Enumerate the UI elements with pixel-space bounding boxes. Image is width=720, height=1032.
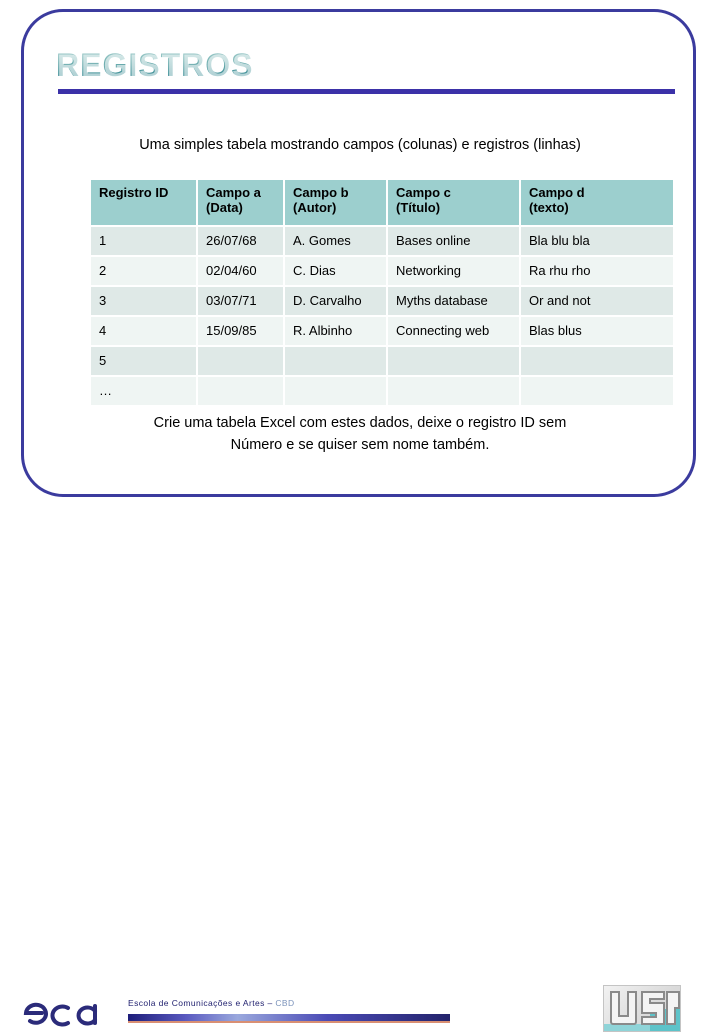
- table-cell[interactable]: [197, 376, 285, 407]
- table-cell[interactable]: Or and not: [520, 286, 673, 317]
- instruction-line-1: Crie uma tabela Excel com estes dados, d…: [153, 415, 567, 431]
- table-cell[interactable]: [284, 346, 388, 377]
- table-cell[interactable]: Myths database: [387, 286, 521, 317]
- table-cell[interactable]: 3: [91, 286, 198, 317]
- column-header-line1: Campo a: [206, 185, 261, 200]
- table-cell[interactable]: D. Carvalho: [284, 286, 388, 317]
- table-cell[interactable]: Blas blus: [520, 316, 673, 347]
- table-caption: Uma simples tabela mostrando campos (col…: [139, 137, 581, 153]
- footer-bar-underline: [128, 1021, 450, 1023]
- table-row[interactable]: …: [91, 376, 673, 407]
- footer-separator: –: [264, 998, 276, 1008]
- table-row[interactable]: 3 03/07/71 D. Carvalho Myths database Or…: [91, 286, 673, 317]
- instruction-line-2: Número e se quiser sem nome também.: [230, 437, 490, 453]
- table-cell[interactable]: 02/04/60: [197, 256, 285, 287]
- column-header-line1: Campo b: [293, 185, 349, 200]
- table-cell[interactable]: Bases online: [387, 226, 521, 257]
- table-cell[interactable]: A. Gomes: [284, 226, 388, 257]
- table-cell[interactable]: [284, 376, 388, 407]
- column-header-line1: Campo c: [396, 185, 451, 200]
- column-header-campo-d[interactable]: Campo d (texto): [520, 180, 673, 227]
- page-title: REGISTROS: [56, 47, 254, 83]
- table-cell[interactable]: 1: [91, 226, 198, 257]
- usp-logo: [603, 985, 681, 1032]
- table-cell[interactable]: [520, 346, 673, 377]
- column-header-campo-a[interactable]: Campo a (Data): [197, 180, 285, 227]
- table-cell[interactable]: Networking: [387, 256, 521, 287]
- table-cell[interactable]: 4: [91, 316, 198, 347]
- table-cell[interactable]: [520, 376, 673, 407]
- column-header-campo-c[interactable]: Campo c (Título): [387, 180, 521, 227]
- table-row[interactable]: 4 15/09/85 R. Albinho Connecting web Bla…: [91, 316, 673, 347]
- column-header-line2: (texto): [529, 200, 569, 215]
- table-cell[interactable]: [197, 346, 285, 377]
- title-underline-rule: [58, 89, 675, 94]
- table-cell[interactable]: Ra rhu rho: [520, 256, 673, 287]
- table-cell[interactable]: 03/07/71: [197, 286, 285, 317]
- column-header-line2: (Título): [396, 200, 441, 215]
- footer-department: CBD: [275, 998, 295, 1008]
- column-header-line2: (Data): [206, 200, 243, 215]
- footer-institution-name: Escola de Comunicações e Artes: [128, 998, 265, 1008]
- footer-institution-text: Escola de Comunicações e Artes – CBD: [128, 997, 450, 1009]
- table-cell[interactable]: Connecting web: [387, 316, 521, 347]
- table-cell[interactable]: 15/09/85: [197, 316, 285, 347]
- table-row[interactable]: 1 26/07/68 A. Gomes Bases online Bla blu…: [91, 226, 673, 257]
- column-header-line1: Registro ID: [99, 185, 169, 200]
- table-cell[interactable]: 26/07/68: [197, 226, 285, 257]
- column-header-line2: (Autor): [293, 200, 337, 215]
- slide-footer: Escola de Comunicações e Artes – CBD: [0, 492, 720, 1032]
- eca-logo-icon: [23, 1002, 97, 1027]
- table-cell[interactable]: 5: [91, 346, 198, 377]
- instruction-text: Crie uma tabela Excel com estes dados, d…: [60, 412, 660, 456]
- table-cell[interactable]: [387, 346, 521, 377]
- usp-logo-icon: [610, 991, 680, 1025]
- footer-text-block: Escola de Comunicações e Artes – CBD: [128, 997, 450, 1023]
- table-header-row: Registro ID Campo a (Data) Campo b (Auto…: [91, 180, 673, 227]
- table-cell[interactable]: [387, 376, 521, 407]
- records-table: Registro ID Campo a (Data) Campo b (Auto…: [91, 180, 673, 407]
- table-cell[interactable]: 2: [91, 256, 198, 287]
- title-block: REGISTROS: [56, 46, 676, 84]
- table-row[interactable]: 5: [91, 346, 673, 377]
- column-header-registro-id[interactable]: Registro ID: [91, 180, 198, 227]
- table-cell[interactable]: C. Dias: [284, 256, 388, 287]
- table-cell[interactable]: R. Albinho: [284, 316, 388, 347]
- table-row[interactable]: 2 02/04/60 C. Dias Networking Ra rhu rho: [91, 256, 673, 287]
- column-header-line1: Campo d: [529, 185, 585, 200]
- table-body: 1 26/07/68 A. Gomes Bases online Bla blu…: [91, 226, 673, 407]
- column-header-campo-b[interactable]: Campo b (Autor): [284, 180, 388, 227]
- table-header: Registro ID Campo a (Data) Campo b (Auto…: [91, 180, 673, 227]
- eca-logo: [21, 997, 113, 1027]
- footer-gradient-bar: [128, 1014, 450, 1021]
- table-cell[interactable]: Bla blu bla: [520, 226, 673, 257]
- table-cell[interactable]: …: [91, 376, 198, 407]
